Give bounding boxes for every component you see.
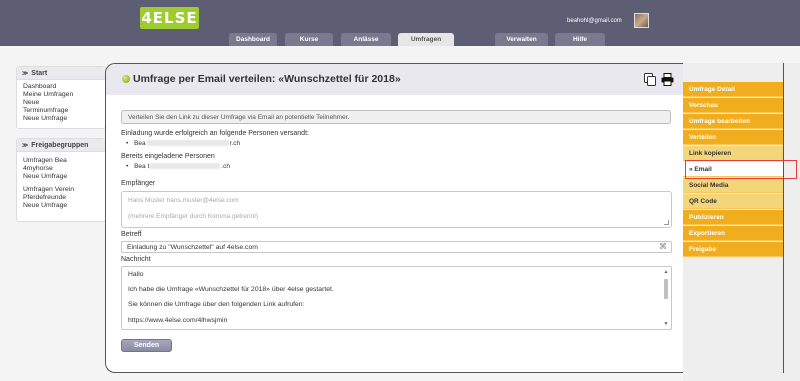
sidebar-item-neue-umfrage[interactable]: Neue Umfrage xyxy=(17,173,105,181)
logo[interactable]: 4ELSE xyxy=(140,7,199,29)
menu-publizieren[interactable]: Publizieren xyxy=(683,210,784,225)
menu-umfrage-detail[interactable]: Umfrage Detail xyxy=(683,82,784,97)
message-field[interactable]: Hallo Ich habe die Umfrage «Wunschzettel… xyxy=(121,266,672,330)
menu-verteilen[interactable]: Verteilen xyxy=(683,130,784,145)
recipients-placeholder-1: Hans Muster hans.muster@4else.com xyxy=(128,197,239,204)
sidebar-item-umfragen-verein[interactable]: Umfragen Verein xyxy=(17,186,105,194)
sidebar-start-header[interactable]: ≫ Start xyxy=(17,67,105,80)
tab-verwalten[interactable]: Verwalten xyxy=(495,33,548,46)
sidebar-start: ≫ Start Dashboard Meine Umfragen Neue Ter… xyxy=(16,66,106,129)
tab-dashboard[interactable]: Dashboard xyxy=(229,33,277,46)
sidebar-item-4myhorse[interactable]: 4myhorse xyxy=(17,165,105,173)
highlight-box xyxy=(685,160,797,179)
menu-freigabe[interactable]: Freigabe xyxy=(683,242,784,257)
sidebar-item-neue-umfrage[interactable]: Neue Umfrage xyxy=(17,115,105,123)
sidebar-item-terminumfrage[interactable]: Terminumfrage xyxy=(17,107,105,115)
tab-umfragen[interactable]: Umfragen xyxy=(398,33,454,46)
scroll-thumb[interactable] xyxy=(664,279,668,299)
command-icon[interactable]: ⌘ xyxy=(659,242,667,251)
redacted-email xyxy=(150,163,221,170)
status-dot-icon xyxy=(122,75,130,83)
message-line: https://www.4else.com/4lhwsjmin xyxy=(128,317,228,324)
avatar[interactable] xyxy=(634,13,649,28)
sidebar-item-neue[interactable]: Neue xyxy=(17,99,105,107)
double-chevron-icon: ≫ xyxy=(22,71,29,77)
message-label: Nachricht xyxy=(121,256,151,263)
sidebar-item-umfragen-bea[interactable]: Umfragen Bea xyxy=(17,157,105,165)
scroll-down-icon[interactable]: ▼ xyxy=(663,321,669,327)
message-scrollbar[interactable]: ▲ ▼ xyxy=(663,269,669,327)
recipients-label: Empfänger xyxy=(121,180,156,187)
menu-qr-code[interactable]: QR Code xyxy=(683,194,784,209)
menu-umfrage-bearbeiten[interactable]: Umfrage bearbeiten xyxy=(683,114,784,129)
sidebar-start-title: Start xyxy=(31,70,48,77)
already-recipient: Bea t .ch xyxy=(126,163,230,170)
already-recipient-suffix: .ch xyxy=(221,163,230,170)
panel-border xyxy=(783,63,784,373)
sidebar-freigabe-header[interactable]: ≫ Freigabegruppen xyxy=(17,139,105,152)
sidebar-freigabe-title: Freigabegruppen xyxy=(31,142,89,149)
subject-value: Einladung zu "Wunschzettel" auf 4else.co… xyxy=(127,244,258,251)
info-box: Verteilen Sie den Link zu dieser Umfrage… xyxy=(121,110,671,124)
tab-anlaesse[interactable]: Anlässe xyxy=(341,33,391,46)
tab-kurse[interactable]: Kurse xyxy=(285,33,333,46)
sent-recipient-prefix: Bea xyxy=(134,140,146,147)
redacted-email xyxy=(146,140,229,147)
sent-recipient: Bea r.ch xyxy=(126,140,240,147)
already-label: Bereits eingeladene Personen xyxy=(121,153,215,160)
resize-handle[interactable] xyxy=(664,220,669,225)
sidebar-item-meine-umfragen[interactable]: Meine Umfragen xyxy=(17,91,105,99)
menu-social-media[interactable]: Social Media xyxy=(683,178,784,193)
sidebar-freigabegruppen: ≫ Freigabegruppen Umfragen Bea 4myhorse N… xyxy=(16,138,106,222)
sent-label: Einladung wurde erfolgreich an folgende … xyxy=(121,130,309,137)
main-header: Umfrage per Email verteilen: «Wunschzett… xyxy=(106,64,683,95)
main-panel: Umfrage per Email verteilen: «Wunschzett… xyxy=(105,63,683,373)
sidebar-item-neue-umfrage[interactable]: Neue Umfrage xyxy=(17,202,105,210)
recipients-placeholder-2: (mehrere Empfänger durch Komma getrennt) xyxy=(128,213,259,220)
message-line: Ich habe die Umfrage «Wunschzettel für 2… xyxy=(128,286,334,293)
menu-vorschau[interactable]: Vorschau xyxy=(683,98,784,113)
sent-recipient-suffix: r.ch xyxy=(229,140,241,147)
send-button[interactable]: Senden xyxy=(121,339,172,352)
subject-label: Betreff xyxy=(121,231,142,238)
message-line: Sie können die Umfrage über den folgende… xyxy=(128,301,305,308)
sidebar-item-pferdefreunde[interactable]: Pferdefreunde xyxy=(17,194,105,202)
recipients-field[interactable]: Hans Muster hans.muster@4else.com (mehre… xyxy=(121,191,672,228)
sidebar-item-dashboard[interactable]: Dashboard xyxy=(17,83,105,91)
user-email[interactable]: beahohl@gmail.com xyxy=(567,18,622,24)
subject-field[interactable]: Einladung zu "Wunschzettel" auf 4else.co… xyxy=(121,241,672,253)
menu-exportieren[interactable]: Exportieren xyxy=(683,226,784,241)
print-icon[interactable] xyxy=(661,73,674,86)
page-title: Umfrage per Email verteilen: «Wunschzett… xyxy=(133,73,401,85)
message-line: Hallo xyxy=(128,271,144,278)
copy-icon[interactable] xyxy=(644,73,656,86)
already-recipient-prefix: Bea t xyxy=(134,163,150,170)
double-chevron-icon: ≫ xyxy=(22,143,29,149)
tab-hilfe[interactable]: Hilfe xyxy=(555,33,605,46)
menu-link-kopieren[interactable]: Link kopieren xyxy=(683,146,784,161)
scroll-up-icon[interactable]: ▲ xyxy=(663,269,669,275)
app-header: 4ELSE beahohl@gmail.com Dashboard Kurse … xyxy=(0,0,800,46)
